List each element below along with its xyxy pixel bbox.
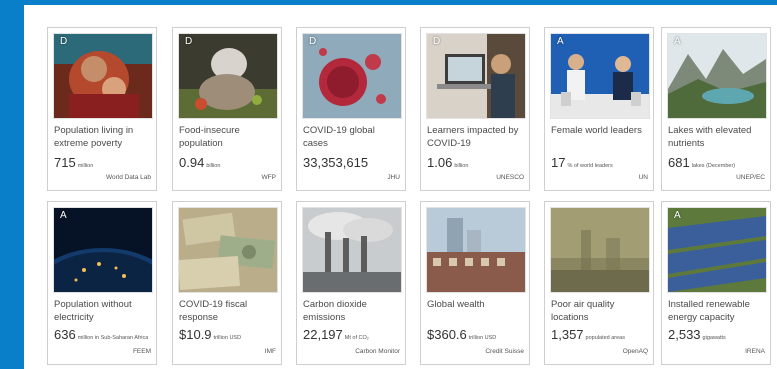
banknotes-image [178, 207, 278, 293]
lake-image: A [667, 33, 767, 119]
indicator-value: 17% of world leaders [551, 155, 613, 170]
indicator-card[interactable]: A Lakes with elevated nutrients 681 lakes… [661, 27, 771, 191]
indicator-title: Global wealth [427, 299, 485, 310]
indicator-card[interactable]: D COVID-19 global cases 33,353,615 JHU [296, 27, 406, 191]
indicator-card[interactable]: D Population living in extreme poverty 7… [47, 27, 157, 191]
poverty-image: D [53, 33, 153, 119]
leaders-image: A [550, 33, 650, 119]
indicator-source: Credit Suisse [485, 348, 524, 355]
indicator-value: 2,533 gigawatts [668, 327, 726, 342]
indicator-source: FEEM [132, 348, 151, 355]
indicator-title: Learners impacted by COVID-19 [427, 125, 519, 149]
indicator-value: 0.94 billion [179, 155, 221, 170]
earth-night-image: A [53, 207, 153, 293]
indicator-card[interactable]: A Installed renewable energy capacity 2,… [661, 201, 771, 365]
indicator-source: UNEP/EC [736, 174, 765, 181]
indicator-value: 681 lakes (December) [668, 155, 736, 170]
indicator-card[interactable]: D Learners impacted by COVID-19 1.06 bill… [420, 27, 530, 191]
indicator-value: 1.06 billion [427, 155, 469, 170]
indicator-card[interactable]: Global wealth $360.6 trillion USD Credit … [420, 201, 530, 365]
virus-image: D [302, 33, 402, 119]
indicator-source: JHU [387, 174, 400, 181]
indicator-source: WFP [261, 174, 276, 181]
indicator-card[interactable]: Carbon dioxide emissions 22,197 Mt of CO₂… [296, 201, 406, 365]
indicator-title: Population without electricity [54, 299, 132, 323]
indicator-value: 715 million [54, 155, 94, 170]
indicator-card[interactable]: D Food-insecure population 0.94 billion W… [172, 27, 282, 191]
indicator-source: UNESCO [496, 174, 524, 181]
indicator-value: 22,197 Mt of CO₂ [303, 327, 369, 342]
indicator-value: 636 million in Sub-Saharan Africa [54, 327, 149, 342]
city-image [426, 207, 526, 293]
indicator-title: Installed renewable energy capacity [668, 299, 750, 323]
indicator-card[interactable]: COVID-19 fiscal response $10.9 trillion U… [172, 201, 282, 365]
indicator-source: IMF [264, 348, 276, 355]
indicator-value: 33,353,615 [303, 155, 369, 170]
indicator-card[interactable]: A Female world leaders 17% of world lead… [544, 27, 654, 191]
indicator-title: Carbon dioxide emissions [303, 299, 367, 323]
indicator-value: $10.9 trillion USD [179, 327, 242, 342]
indicator-source: UN [638, 174, 648, 181]
indicator-title: Female world leaders [551, 125, 642, 136]
indicator-card[interactable]: Poor air quality locations 1,357 populate… [544, 201, 654, 365]
indicator-panel: D Population living in extreme poverty 7… [24, 5, 777, 369]
smog-image [550, 207, 650, 293]
indicator-title: COVID-19 global cases [303, 125, 375, 149]
indicator-source: IRENA [745, 348, 765, 355]
indicator-title: COVID-19 fiscal response [179, 299, 248, 323]
solar-panels-image: A [667, 207, 767, 293]
indicator-source: World Data Lab [105, 174, 151, 181]
indicator-value: $360.6 trillion USD [427, 327, 497, 342]
food-insecurity-image: D [178, 33, 278, 119]
indicator-card[interactable]: A Population without electricity 636 mill… [47, 201, 157, 365]
indicator-title: Food-insecure population [179, 125, 240, 149]
indicator-title: Population living in extreme poverty [54, 125, 134, 149]
indicator-source: Carbon Monitor [355, 348, 400, 355]
smokestacks-image [302, 207, 402, 293]
indicator-source: OpenAQ [622, 348, 648, 355]
indicator-title: Lakes with elevated nutrients [668, 125, 752, 149]
learner-image: D [426, 33, 526, 119]
indicator-title: Poor air quality locations [551, 299, 615, 323]
indicator-value: 1,357 populated areas [551, 327, 625, 342]
